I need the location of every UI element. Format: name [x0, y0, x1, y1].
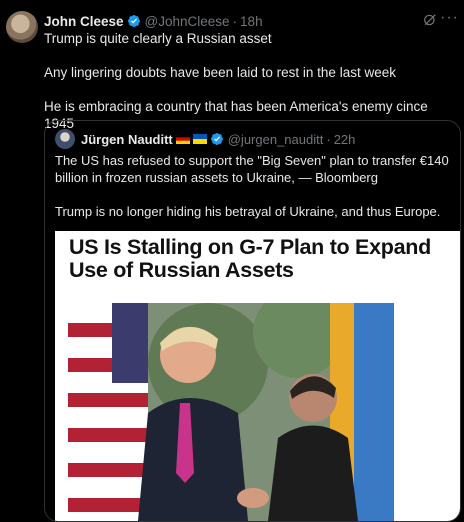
tweet-body: Trump is quite clearly a Russian asset A…: [44, 30, 454, 132]
quoted-tweet-line: The US has refused to support the "Big S…: [55, 153, 449, 185]
quoted-timestamp: 22h: [333, 131, 356, 147]
quoted-tweet-line: Trump is no longer hiding his betrayal o…: [55, 204, 441, 219]
quoted-author-avatar: [55, 129, 75, 149]
author-handle[interactable]: @JohnCleese: [145, 14, 230, 29]
separator-dot: ·: [326, 131, 331, 147]
tweet-line: Any lingering doubts have been laid to r…: [44, 65, 396, 80]
ukraine-flag-icon: [192, 134, 207, 144]
more-icon[interactable]: ···: [440, 9, 459, 27]
separator-dot: ·: [232, 13, 238, 29]
grok-icon[interactable]: [422, 12, 438, 28]
timestamp[interactable]: 18h: [240, 14, 263, 29]
quoted-author-handle: @jurgen_nauditt: [227, 131, 324, 147]
photo-illustration: [68, 303, 394, 521]
verified-badge-icon: [210, 133, 223, 145]
quoted-tweet-header: Jürgen Nauditt @jurgen_nauditt · 22h: [55, 129, 450, 149]
article-screenshot[interactable]: US Is Stalling on G-7 Plan to Expand Use…: [55, 231, 460, 521]
quoted-tweet[interactable]: Jürgen Nauditt @jurgen_nauditt · 22h The…: [44, 120, 461, 522]
quoted-tweet-body: The US has refused to support the "Big S…: [55, 152, 450, 220]
author-avatar[interactable]: [6, 11, 38, 43]
germany-flag-icon: [175, 134, 190, 144]
verified-badge-icon: [127, 15, 140, 27]
article-photo: [68, 303, 394, 521]
article-headline: US Is Stalling on G-7 Plan to Expand Use…: [69, 235, 431, 282]
quoted-author-name: Jürgen Nauditt: [81, 131, 173, 147]
tweet-line: Trump is quite clearly a Russian asset: [44, 31, 272, 46]
author-name[interactable]: John Cleese: [44, 14, 124, 29]
tweet-header: John Cleese @JohnCleese · 18h: [44, 12, 454, 30]
